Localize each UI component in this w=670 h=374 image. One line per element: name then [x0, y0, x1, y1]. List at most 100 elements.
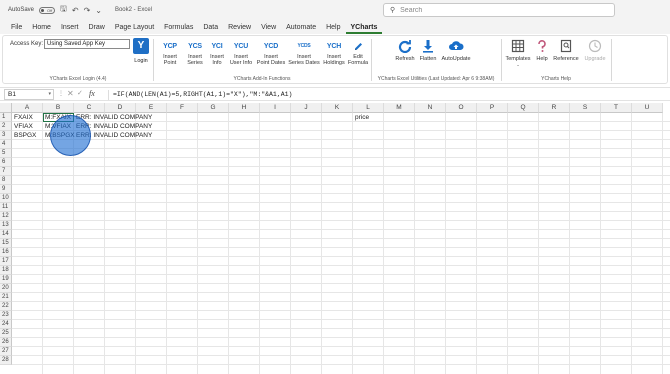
access-key-field[interactable]: Using Saved App Key [44, 39, 130, 49]
column-header[interactable]: D [105, 103, 136, 113]
column-header[interactable]: E [136, 103, 167, 113]
row-header[interactable]: 19 [0, 275, 12, 284]
tab-page-layout[interactable]: Page Layout [110, 24, 159, 34]
row-header[interactable]: 22 [0, 302, 12, 311]
column-header[interactable]: F [167, 103, 198, 113]
tab-draw[interactable]: Draw [83, 24, 109, 34]
row-header[interactable]: 24 [0, 320, 12, 329]
search-box[interactable]: ⚲ [383, 3, 615, 17]
column-header[interactable]: J [291, 103, 322, 113]
column-header[interactable]: S [570, 103, 601, 113]
search-input[interactable] [400, 6, 601, 14]
column-header[interactable]: P [477, 103, 508, 113]
cell-l1[interactable]: price [355, 113, 369, 122]
row-header[interactable]: 18 [0, 266, 12, 275]
cancel-icon[interactable]: ✕ [67, 89, 74, 98]
upgrade-button[interactable]: Upgrade [581, 39, 609, 62]
autoupdate-button[interactable]: AutoUpdate [439, 39, 473, 62]
column-header[interactable]: C [74, 103, 105, 113]
row-header[interactable]: 17 [0, 257, 12, 266]
redo-icon[interactable]: ↷ [84, 6, 91, 15]
tab-formulas[interactable]: Formulas [159, 24, 198, 34]
row-header[interactable]: 21 [0, 293, 12, 302]
insert-point-dates-button[interactable]: YCD Insert Point Dates [255, 41, 287, 66]
upgrade-label: Upgrade [584, 56, 606, 62]
tab-data[interactable]: Data [198, 24, 223, 34]
column-header[interactable]: I [260, 103, 291, 113]
tab-home[interactable]: Home [27, 24, 56, 34]
row-header[interactable]: 7 [0, 167, 12, 176]
row-header[interactable]: 6 [0, 158, 12, 167]
row-header[interactable]: 9 [0, 185, 12, 194]
row-header[interactable]: 3 [0, 131, 12, 140]
insert-series-dates-button[interactable]: YCDS Insert Series Dates [287, 41, 321, 66]
row-header[interactable]: 23 [0, 311, 12, 320]
column-header[interactable]: U [632, 103, 663, 113]
column-header[interactable]: N [415, 103, 446, 113]
formula-input[interactable]: =IF(AND(LEN(A1)=5,RIGHT(A1,1)="X"),"M:"&… [113, 91, 292, 98]
refresh-button[interactable]: Refresh [393, 39, 417, 62]
column-header[interactable]: K [322, 103, 353, 113]
cell-a2[interactable]: VFIAX [14, 122, 33, 131]
cell-c1[interactable]: ERR: INVALID COMPANY [76, 113, 152, 122]
spreadsheet-grid[interactable]: A B C D E F G H I J K L M N O P Q R S T U 1 2 3 4 5 6 7 8 9 10 11 12 13 14… [0, 103, 670, 374]
row-header[interactable]: 27 [0, 347, 12, 356]
undo-icon[interactable]: ↶ [72, 6, 79, 15]
row-header[interactable]: 15 [0, 239, 12, 248]
edit-formula-button[interactable]: Edit Formula [347, 41, 369, 66]
insert-function-icon[interactable]: fx [89, 89, 95, 98]
column-header[interactable]: M [384, 103, 415, 113]
autosave-toggle[interactable]: Off [39, 6, 56, 14]
gridline [12, 202, 670, 203]
tab-review[interactable]: Review [223, 24, 256, 34]
row-header[interactable]: 10 [0, 194, 12, 203]
select-all-corner[interactable] [0, 103, 12, 113]
chevron-down-icon[interactable]: ▾ [48, 90, 51, 99]
row-header[interactable]: 20 [0, 284, 12, 293]
insert-holdings-button[interactable]: YCH Insert Holdings [321, 41, 347, 66]
login-button[interactable]: Y Login [131, 38, 151, 64]
tab-automate[interactable]: Automate [281, 24, 321, 34]
customize-qat-icon[interactable]: ⌄ [95, 6, 102, 15]
tab-insert[interactable]: Insert [56, 24, 84, 34]
help-button[interactable]: Help [533, 39, 551, 62]
column-header[interactable]: A [12, 103, 43, 113]
column-header[interactable]: Q [508, 103, 539, 113]
row-header[interactable]: 5 [0, 149, 12, 158]
row-header[interactable]: 26 [0, 338, 12, 347]
row-header[interactable]: 25 [0, 329, 12, 338]
tab-view[interactable]: View [256, 24, 281, 34]
tab-file[interactable]: File [6, 24, 27, 34]
insert-user-info-button[interactable]: YCU Insert User Info [227, 41, 255, 66]
row-header[interactable]: 11 [0, 203, 12, 212]
column-header[interactable]: G [198, 103, 229, 113]
column-header[interactable]: T [601, 103, 632, 113]
row-header[interactable]: 12 [0, 212, 12, 221]
row-header[interactable]: 28 [0, 356, 12, 365]
row-header[interactable]: 4 [0, 140, 12, 149]
flatten-button[interactable]: Flatten [417, 39, 439, 62]
column-header[interactable]: H [229, 103, 260, 113]
cell-a3[interactable]: BSPGX [14, 131, 36, 140]
tab-ycharts[interactable]: YCharts [345, 24, 383, 34]
row-header[interactable]: 13 [0, 221, 12, 230]
row-header[interactable]: 8 [0, 176, 12, 185]
check-icon[interactable]: ✓ [77, 89, 83, 97]
column-header[interactable]: B [43, 103, 74, 113]
column-header[interactable]: R [539, 103, 570, 113]
row-header[interactable]: 14 [0, 230, 12, 239]
save-icon[interactable]: 🖫 [60, 3, 67, 17]
row-header[interactable]: 2 [0, 122, 12, 131]
row-header[interactable]: 1 [0, 113, 12, 122]
insert-series-button[interactable]: YCS Insert Series [183, 41, 207, 66]
column-header[interactable]: O [446, 103, 477, 113]
templates-button[interactable]: Templates ⌄ [503, 39, 533, 67]
row-header[interactable]: 16 [0, 248, 12, 257]
reference-button[interactable]: Reference [551, 39, 581, 62]
insert-info-button[interactable]: YCI Insert Info [207, 41, 227, 66]
name-box[interactable]: B1 ▾ [4, 89, 54, 100]
column-header[interactable]: L [353, 103, 384, 113]
tab-help[interactable]: Help [321, 24, 345, 34]
cell-a1[interactable]: FXAIX [14, 113, 33, 122]
insert-point-button[interactable]: YCP Insert Point [157, 41, 183, 66]
